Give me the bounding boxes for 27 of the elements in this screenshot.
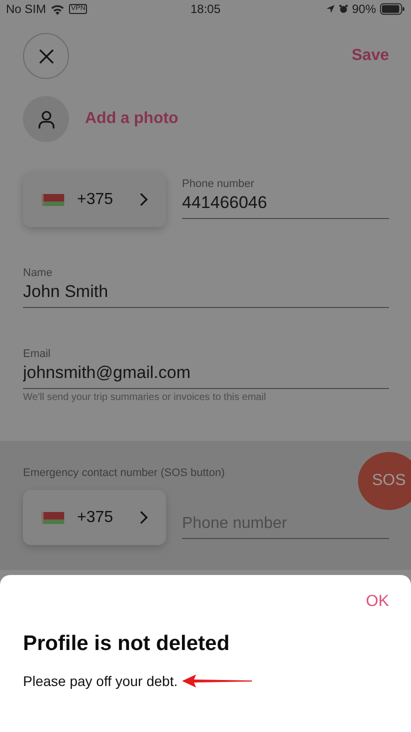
field-hint: We'll send your trip summaries or invoices to this email	[23, 392, 267, 403]
location-icon	[326, 4, 335, 14]
field-label: Name	[23, 266, 54, 280]
dialog-message: Please pay off your debt.	[23, 673, 178, 689]
wifi-icon	[50, 4, 66, 14]
country-code-button[interactable]: +375	[23, 490, 166, 545]
phone-number-field[interactable]: 441466046	[182, 191, 389, 219]
clock-text: 18:05	[190, 2, 221, 16]
flag-icon	[41, 194, 65, 206]
field-label: Email	[23, 347, 52, 361]
ok-button[interactable]: OK	[366, 593, 389, 611]
flag-icon	[41, 512, 65, 524]
person-icon	[38, 110, 54, 128]
battery-text: 90%	[352, 2, 376, 16]
close-button[interactable]	[23, 33, 69, 79]
chevron-icon	[139, 510, 148, 525]
carrier-text: No SIM	[6, 2, 46, 16]
text-field[interactable]: John Smith	[23, 280, 389, 308]
chevron-icon	[139, 192, 148, 207]
field-label: Phone number	[182, 177, 256, 191]
dialog-title: Profile is not deleted	[23, 632, 231, 656]
country-code-button[interactable]: +375	[23, 172, 166, 227]
close-icon	[38, 48, 54, 64]
avatar-button[interactable]	[23, 96, 69, 142]
alarm-icon	[338, 4, 348, 14]
battery-icon	[380, 3, 405, 15]
arrow-icon	[182, 674, 252, 688]
